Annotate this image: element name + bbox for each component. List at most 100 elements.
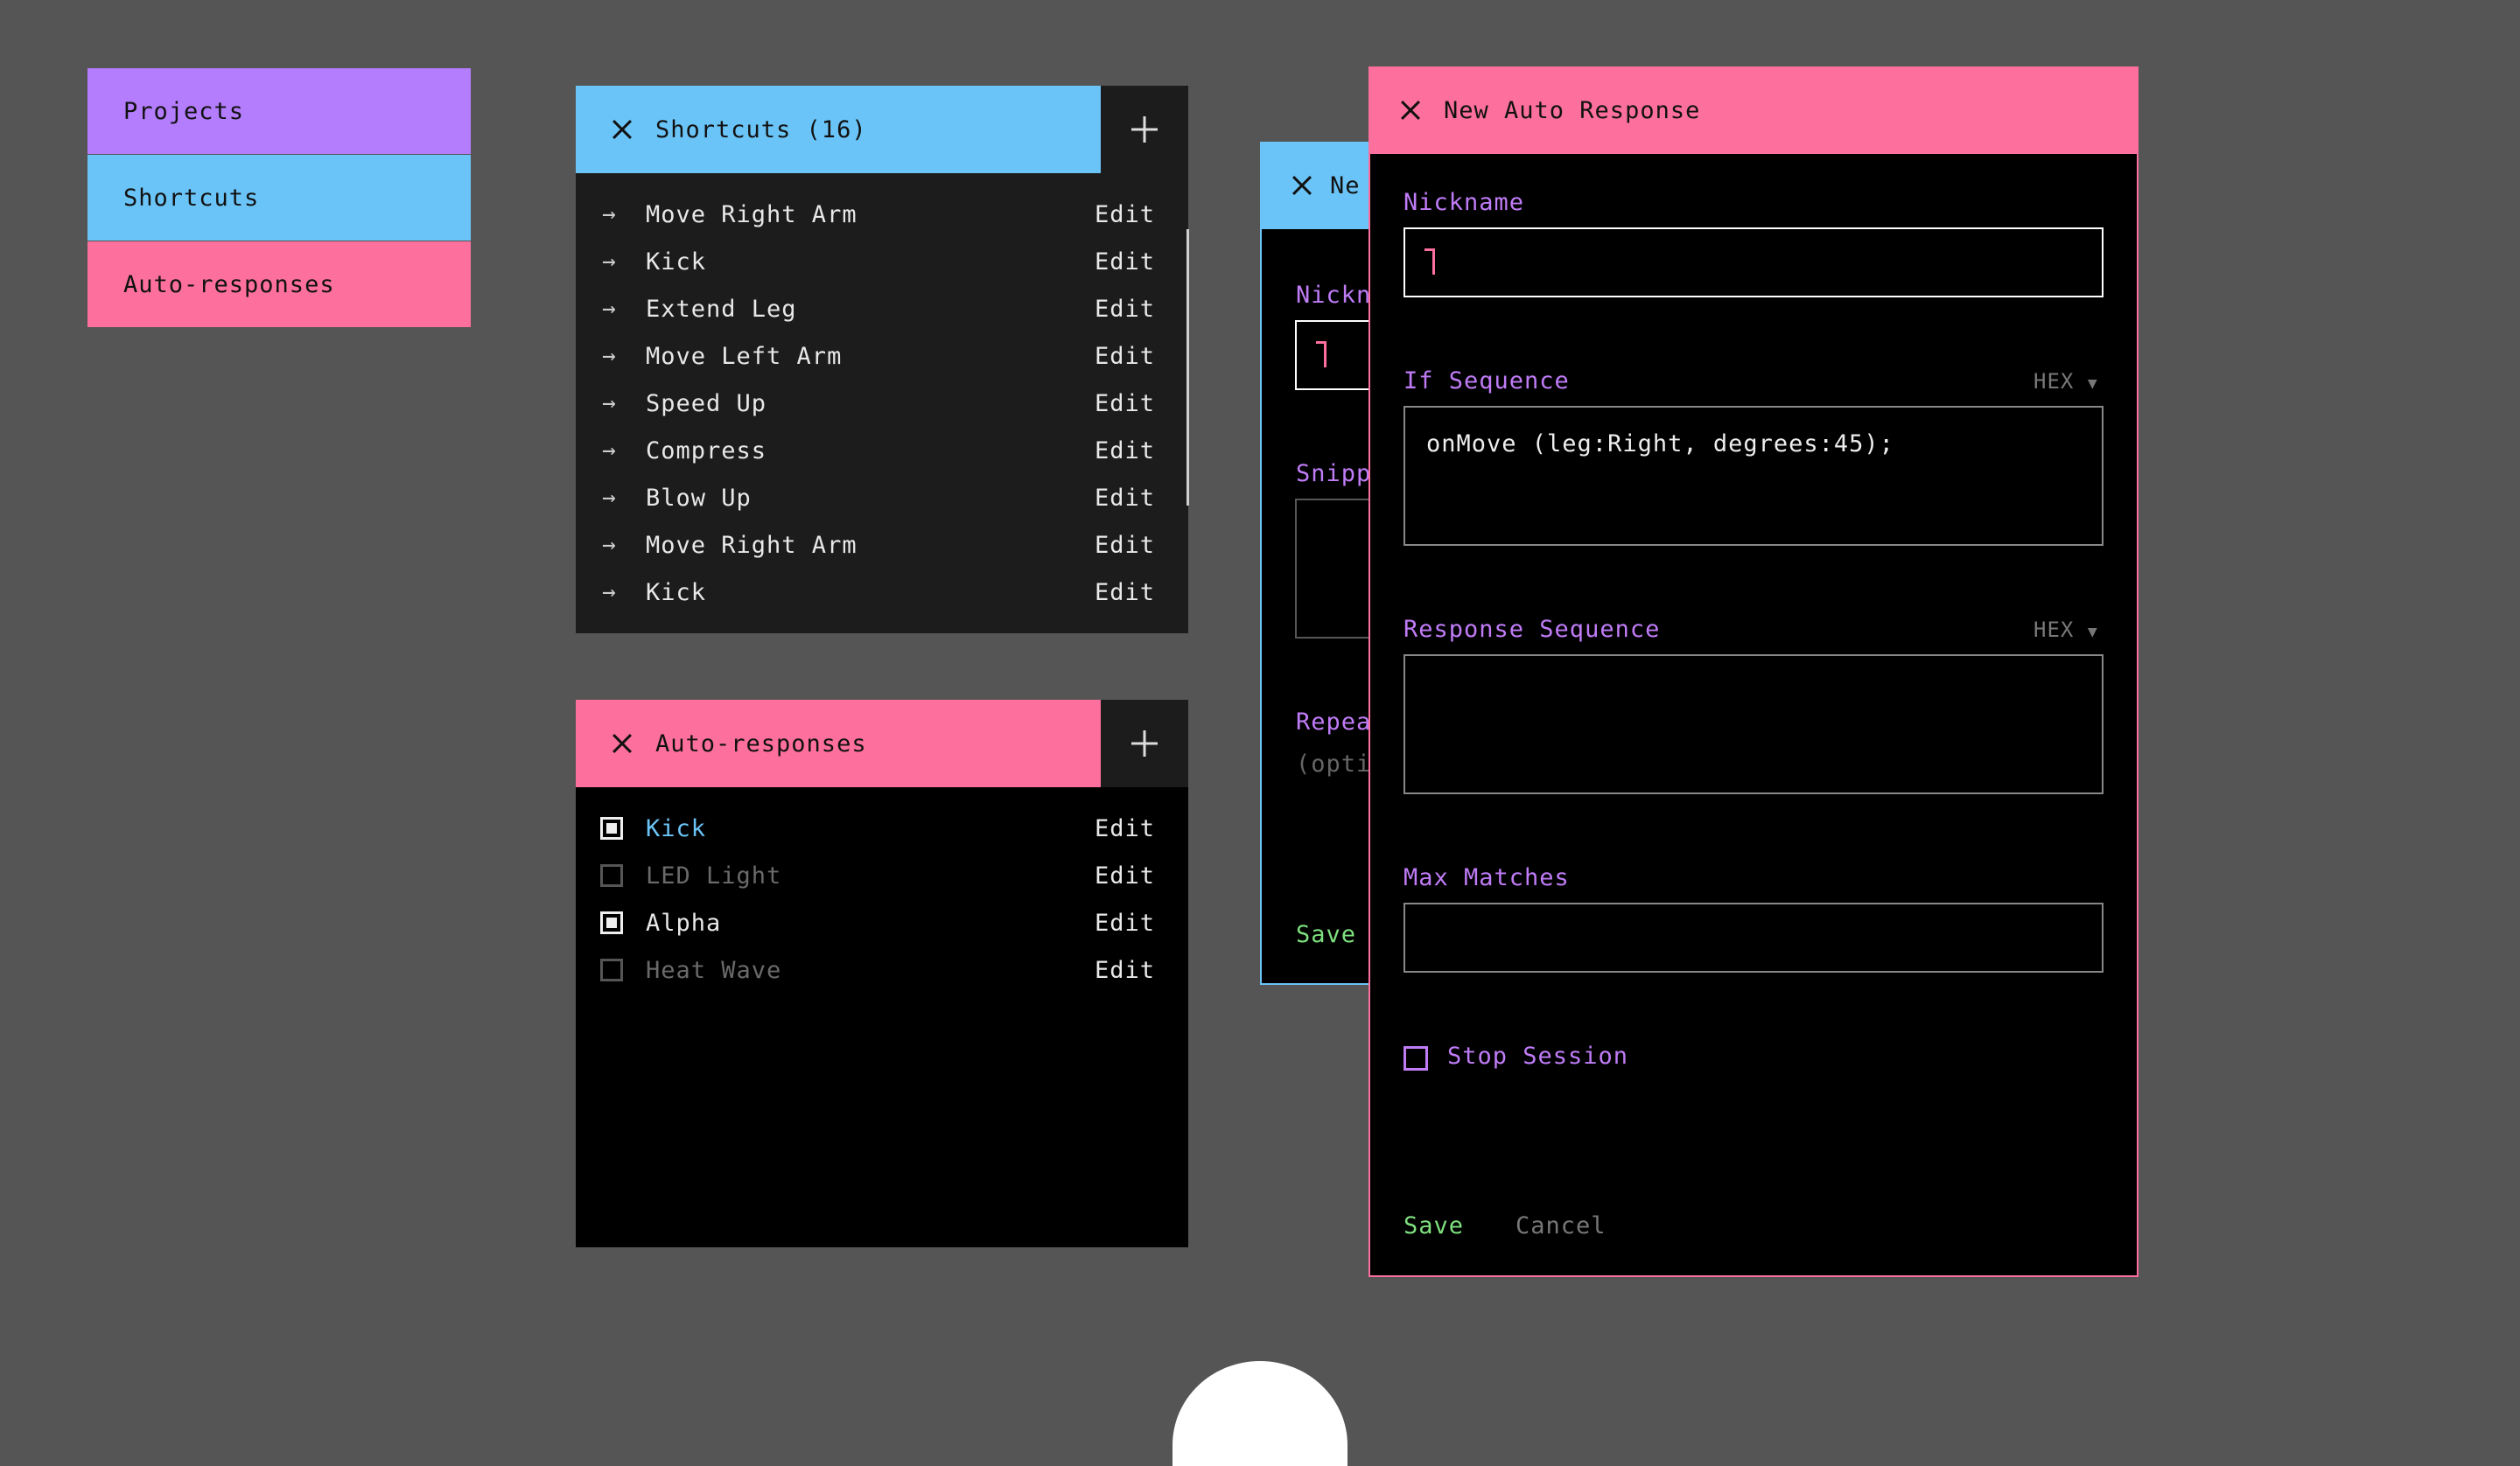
shortcuts-list: → Move Right Arm Edit → Kick Edit → Exte… xyxy=(576,191,1188,632)
list-item[interactable]: Alpha Edit xyxy=(576,899,1188,946)
checkbox-unchecked[interactable] xyxy=(600,959,623,981)
close-icon[interactable] xyxy=(596,103,648,156)
chevron-down-icon: ▼ xyxy=(2087,623,2098,641)
stop-session-label: Stop Session xyxy=(1447,1043,1629,1070)
add-auto-response-button[interactable] xyxy=(1101,700,1188,787)
save-button[interactable]: Save xyxy=(1296,921,1356,948)
list-item-label: Compress xyxy=(646,436,767,464)
list-item-label: Kick xyxy=(646,248,707,276)
list-item[interactable]: → Speed Up Edit xyxy=(576,380,1188,427)
auto-responses-panel-header: Auto-responses xyxy=(576,700,1101,787)
snippet-label: Snipp xyxy=(1296,460,1372,487)
max-matches-label: Max Matches xyxy=(1404,864,1570,891)
list-item-label: Move Right Arm xyxy=(646,200,858,228)
nickname-input[interactable] xyxy=(1404,227,2104,297)
bottom-handle[interactable] xyxy=(1172,1361,1348,1466)
list-item[interactable]: → Extend Leg Edit xyxy=(576,285,1188,332)
edit-button[interactable]: Edit xyxy=(1095,815,1155,842)
edit-button[interactable]: Edit xyxy=(1095,248,1155,276)
auto-responses-list: Kick Edit LED Light Edit Alpha Edit Heat… xyxy=(576,805,1188,994)
stop-session-checkbox[interactable] xyxy=(1404,1046,1428,1071)
if-sequence-input[interactable]: onMove (leg:Right, degrees:45); xyxy=(1404,406,2104,546)
edit-button[interactable]: Edit xyxy=(1095,862,1155,890)
response-sequence-format-dropdown[interactable]: HEX ▼ xyxy=(2034,618,2098,642)
list-item[interactable]: → Move Right Arm Edit xyxy=(576,521,1188,569)
response-sequence-format-value: HEX xyxy=(2034,618,2075,642)
if-sequence-value: onMove (leg:Right, degrees:45); xyxy=(1426,430,1894,457)
list-item-label: Move Left Arm xyxy=(646,342,843,370)
arrow-right-icon: → xyxy=(602,201,616,227)
checkbox-unchecked[interactable] xyxy=(600,864,623,887)
list-item[interactable]: Heat Wave Edit xyxy=(576,946,1188,994)
list-item-label: Blow Up xyxy=(646,484,752,512)
shortcut-form-title: Ne xyxy=(1330,171,1361,199)
edit-button[interactable]: Edit xyxy=(1095,579,1155,606)
list-item-label: LED Light xyxy=(646,862,782,890)
list-item[interactable]: → Kick Edit xyxy=(576,238,1188,285)
list-item-label: Kick xyxy=(646,578,707,606)
edit-button[interactable]: Edit xyxy=(1095,957,1155,984)
arrow-right-icon: → xyxy=(602,532,616,558)
checkbox-checked[interactable] xyxy=(600,911,623,934)
list-item[interactable]: → Move Right Arm Edit xyxy=(576,191,1188,238)
edit-button[interactable]: Edit xyxy=(1095,390,1155,417)
shortcuts-panel-title: Shortcuts (16) xyxy=(655,115,867,143)
nickname-label: Nickname xyxy=(1404,189,1525,216)
if-sequence-format-value: HEX xyxy=(2034,369,2075,394)
list-item[interactable]: → Move Left Arm Edit xyxy=(576,332,1188,380)
arrow-right-icon: → xyxy=(602,579,616,605)
arrow-right-icon: → xyxy=(602,437,616,464)
nickname-label: Nickn xyxy=(1296,282,1372,309)
if-sequence-label: If Sequence xyxy=(1404,367,1570,394)
list-item[interactable]: → Blow Up Edit xyxy=(576,474,1188,521)
list-item-label: Heat Wave xyxy=(646,956,782,984)
edit-button[interactable]: Edit xyxy=(1095,201,1155,228)
chevron-down-icon: ▼ xyxy=(2087,374,2098,393)
edit-button[interactable]: Edit xyxy=(1095,485,1155,512)
edit-button[interactable]: Edit xyxy=(1095,532,1155,559)
arrow-right-icon: → xyxy=(602,343,616,369)
text-cursor xyxy=(1316,341,1326,367)
list-item-label: Alpha xyxy=(646,909,722,937)
checkbox-checked[interactable] xyxy=(600,817,623,840)
list-item[interactable]: → Kick Edit xyxy=(576,569,1188,616)
save-button[interactable]: Save xyxy=(1404,1212,1464,1239)
nav-projects-label: Projects xyxy=(123,97,245,125)
list-item-label: Extend Leg xyxy=(646,295,797,323)
edit-button[interactable]: Edit xyxy=(1095,910,1155,937)
nav-shortcuts-label: Shortcuts xyxy=(123,184,260,212)
edit-button[interactable]: Edit xyxy=(1095,437,1155,464)
list-item-label: Kick xyxy=(646,814,707,842)
if-sequence-format-dropdown[interactable]: HEX ▼ xyxy=(2034,369,2098,394)
list-item[interactable]: → Compress Edit xyxy=(576,427,1188,474)
auto-responses-panel-title: Auto-responses xyxy=(655,730,867,757)
nav-shortcuts[interactable]: Shortcuts xyxy=(88,155,471,241)
repeat-label: Repea xyxy=(1296,709,1372,736)
edit-button[interactable]: Edit xyxy=(1095,296,1155,323)
max-matches-input[interactable] xyxy=(1404,903,2104,973)
close-icon[interactable] xyxy=(1384,84,1437,136)
close-icon[interactable] xyxy=(596,717,648,770)
arrow-right-icon: → xyxy=(602,390,616,416)
list-item-label: Move Right Arm xyxy=(646,531,858,559)
response-sequence-label: Response Sequence xyxy=(1404,616,1661,643)
nav-auto-responses-label: Auto-responses xyxy=(123,270,335,298)
list-item[interactable]: Kick Edit xyxy=(576,805,1188,852)
optional-hint: (opti xyxy=(1296,750,1372,778)
list-item[interactable]: LED Light Edit xyxy=(576,852,1188,899)
nav-auto-responses[interactable]: Auto-responses xyxy=(88,241,471,327)
list-item-label: Speed Up xyxy=(646,389,767,417)
text-cursor xyxy=(1424,248,1435,275)
arrow-right-icon: → xyxy=(602,296,616,322)
nav-projects[interactable]: Projects xyxy=(88,68,471,154)
arrow-right-icon: → xyxy=(602,485,616,511)
auto-response-form-header: New Auto Response xyxy=(1368,66,2138,154)
edit-button[interactable]: Edit xyxy=(1095,343,1155,370)
arrow-right-icon: → xyxy=(602,248,616,275)
add-shortcut-button[interactable] xyxy=(1101,86,1188,173)
cancel-button[interactable]: Cancel xyxy=(1516,1212,1606,1239)
auto-response-form-title: New Auto Response xyxy=(1444,96,1701,124)
response-sequence-input[interactable] xyxy=(1404,654,2104,794)
shortcuts-panel-header: Shortcuts (16) xyxy=(576,86,1101,173)
close-icon[interactable] xyxy=(1276,159,1328,212)
